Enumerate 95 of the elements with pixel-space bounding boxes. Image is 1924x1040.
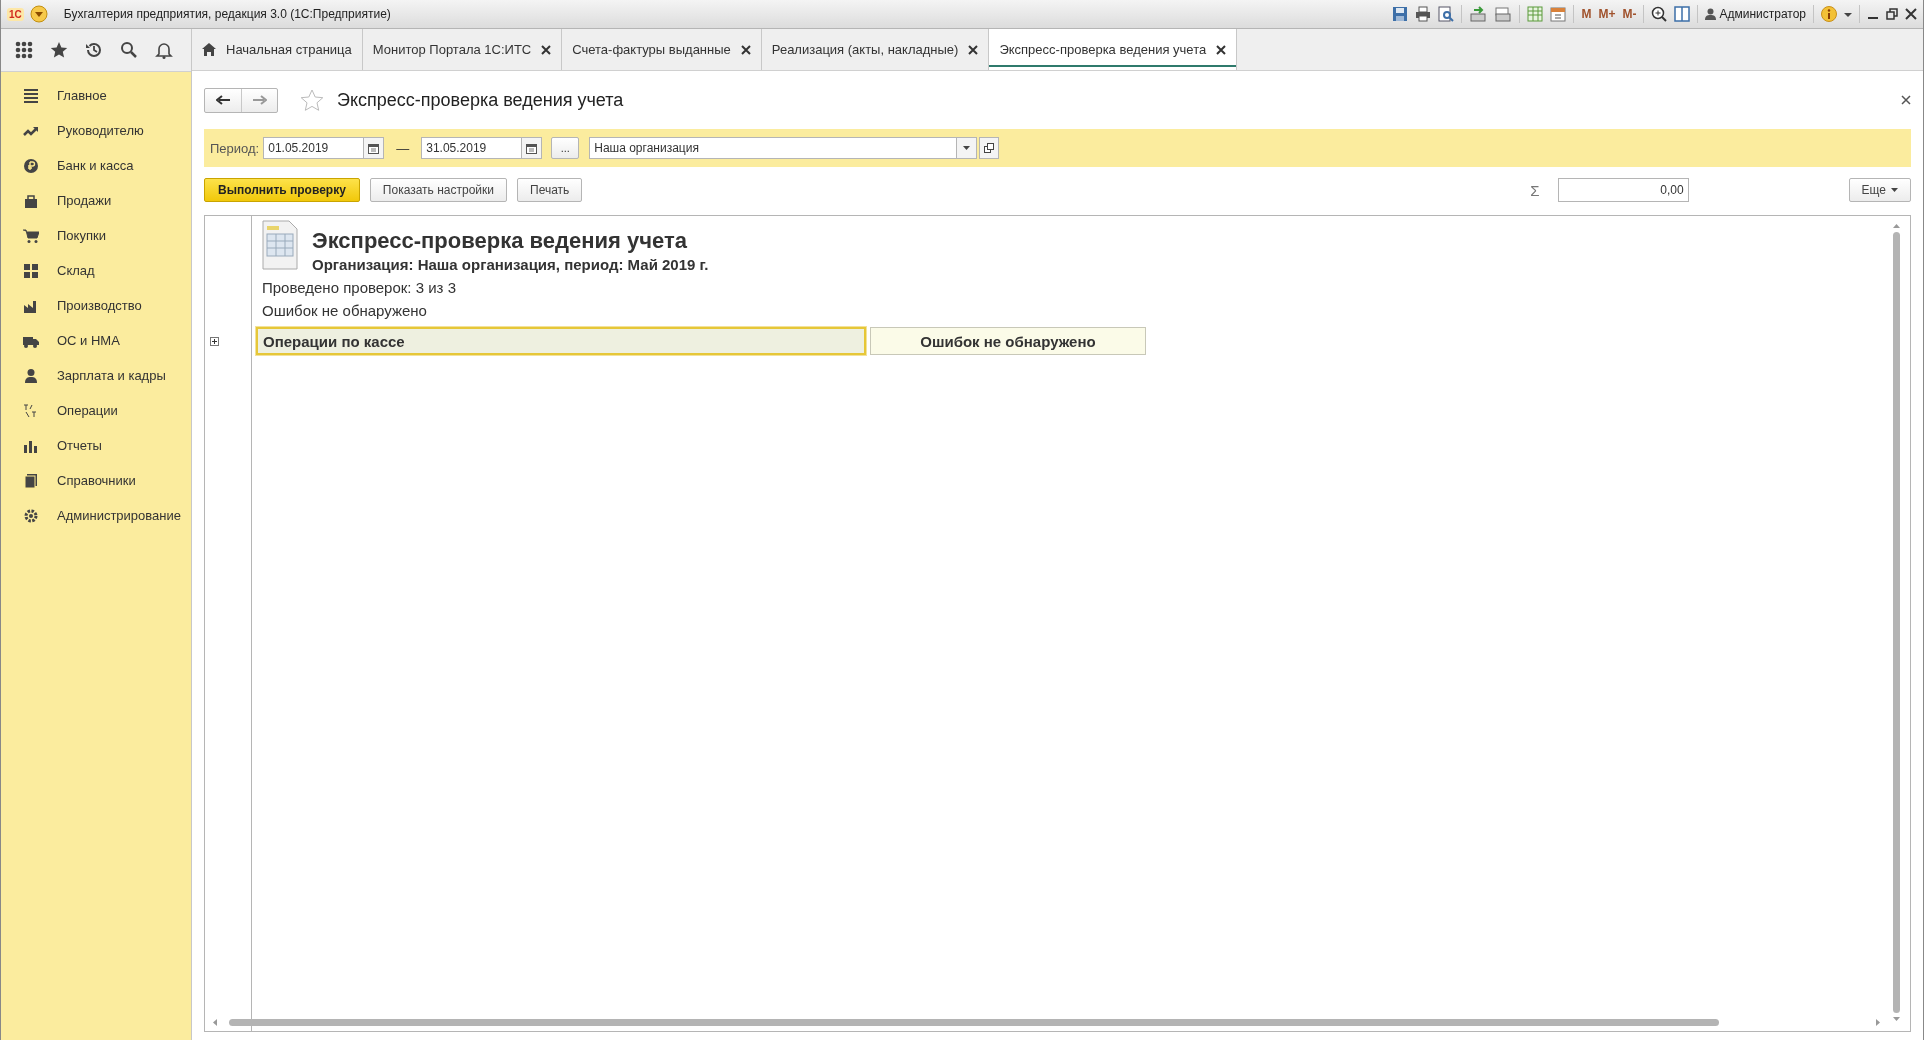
tab[interactable]: Монитор Портала 1С:ИТС [362,29,563,70]
tray-icon[interactable] [1494,6,1513,22]
memory-button[interactable]: M- [1622,7,1637,21]
sidebar-item[interactable]: Руководителю [1,113,191,148]
star-icon[interactable] [300,88,324,112]
date-field[interactable]: 31.05.2019 [421,137,523,159]
settings-icon [23,507,39,524]
close-icon[interactable] [541,44,552,55]
bell-icon[interactable] [155,41,173,59]
sidebar-item[interactable]: Производство [1,288,191,323]
caret-icon [963,146,971,150]
menu-icon [23,87,39,104]
restore-icon[interactable] [1886,8,1898,20]
calendar-icon [368,142,380,154]
sidebar-item[interactable]: Зарплата и кадры [1,358,191,393]
expand-icon[interactable] [210,336,219,346]
sidebar-item[interactable]: Администрирование [1,498,191,533]
caret-icon[interactable] [1844,10,1852,18]
caret-icon [213,1018,217,1026]
sidebar-item[interactable]: Покупки [1,218,191,253]
open-button[interactable] [979,137,1000,159]
report-text: Ошибок не обнаружено [262,302,428,319]
sidebar-item[interactable]: Банк и касса [1,148,191,183]
organization-field[interactable]: Наша организация [589,137,958,159]
sum-field: 0,00 [1557,178,1689,202]
home-icon [202,43,216,56]
table-cell: Ошибок не обнаружено [870,327,1146,355]
report-title: Экспресс-проверка ведения учета [312,228,688,254]
caret-icon [1891,188,1898,192]
ruble-coin-icon [23,157,39,174]
preview-icon[interactable] [1438,6,1455,22]
sidebar-item[interactable]: Отчеты [1,428,191,463]
debit-credit-icon [23,402,39,419]
person-icon [23,367,39,384]
calendar-icon[interactable] [1550,6,1567,22]
table-cell[interactable]: Операции по кассе [256,327,866,355]
form-title: Экспресс-проверка ведения учета [337,89,625,111]
tab[interactable]: Экспресс-проверка ведения учета [989,29,1238,70]
sidebar-item[interactable]: Склад [1,253,191,288]
calendar-button[interactable] [364,137,385,159]
report-subtitle: Организация: Наша организация, период: Май 2019 г. [312,256,709,273]
shopping-bag-icon [23,192,39,209]
caret-icon [1892,1017,1900,1021]
close-icon[interactable] [740,44,751,55]
caret-icon [1876,1018,1880,1026]
sidebar-item[interactable]: Операции [1,393,191,428]
sidebar-item[interactable]: ОС и НМА [1,323,191,358]
zoom-icon[interactable] [1651,6,1668,22]
date-separator: — [396,140,410,156]
calendar-icon [526,142,538,154]
dropdown-button[interactable] [957,137,978,159]
sidebar-item[interactable]: Продажи [1,183,191,218]
sidebar-item[interactable]: Справочники [1,463,191,498]
close-icon[interactable] [1216,44,1227,55]
open-window-icon [984,143,995,153]
tab[interactable]: Счета-фактуры выданные [562,29,762,70]
toolbar-button[interactable]: Печать [517,178,583,202]
more-button[interactable]: Еще [1848,178,1911,202]
star-icon[interactable] [50,41,68,59]
report-text: Проведено проверок: 3 из 3 [262,279,457,296]
info-icon[interactable] [1821,6,1837,22]
menu-dropdown-icon[interactable] [29,5,48,23]
window-title: Бухгалтерия предприятия, редакция 3.0 (1С:Предприятие) [63,7,392,21]
grid-icon [23,262,39,279]
print-icon[interactable] [1415,6,1432,22]
save-icon[interactable] [1392,6,1409,22]
arrow-right-icon [252,95,267,105]
export-icon[interactable] [1469,6,1488,22]
tab[interactable]: Начальная страница [192,29,363,70]
user-icon [1705,8,1717,20]
user-name[interactable]: Администратор [1719,7,1806,21]
close-icon[interactable] [968,44,979,55]
toolbar-button[interactable]: Показать настройки [369,178,507,202]
cart-icon [23,227,39,244]
caret-icon [1892,224,1900,228]
close-icon[interactable] [1901,95,1911,105]
sidebar-item[interactable]: Главное [1,78,191,113]
calendar-button[interactable] [522,137,543,159]
date-field[interactable]: 01.05.2019 [263,137,365,159]
panels-icon[interactable] [1674,6,1691,22]
history-icon[interactable] [85,41,103,59]
sum-label: Σ [1530,181,1540,199]
memory-button[interactable]: M+ [1598,7,1616,21]
close-icon[interactable] [1905,8,1917,20]
books-icon [23,472,39,489]
horizontal-scrollbar[interactable] [213,1016,1880,1028]
search-icon[interactable] [120,41,138,59]
period-button[interactable]: ... [551,137,580,159]
report-document-icon [262,220,298,270]
run-check-button[interactable]: Выполнить проверку [204,178,360,202]
period-label: Период: [210,140,260,156]
arrow-left-icon [216,95,230,105]
memory-button[interactable]: M [1581,7,1592,21]
apps-grid-icon[interactable] [15,41,33,59]
app-logo: 1С [7,7,24,21]
